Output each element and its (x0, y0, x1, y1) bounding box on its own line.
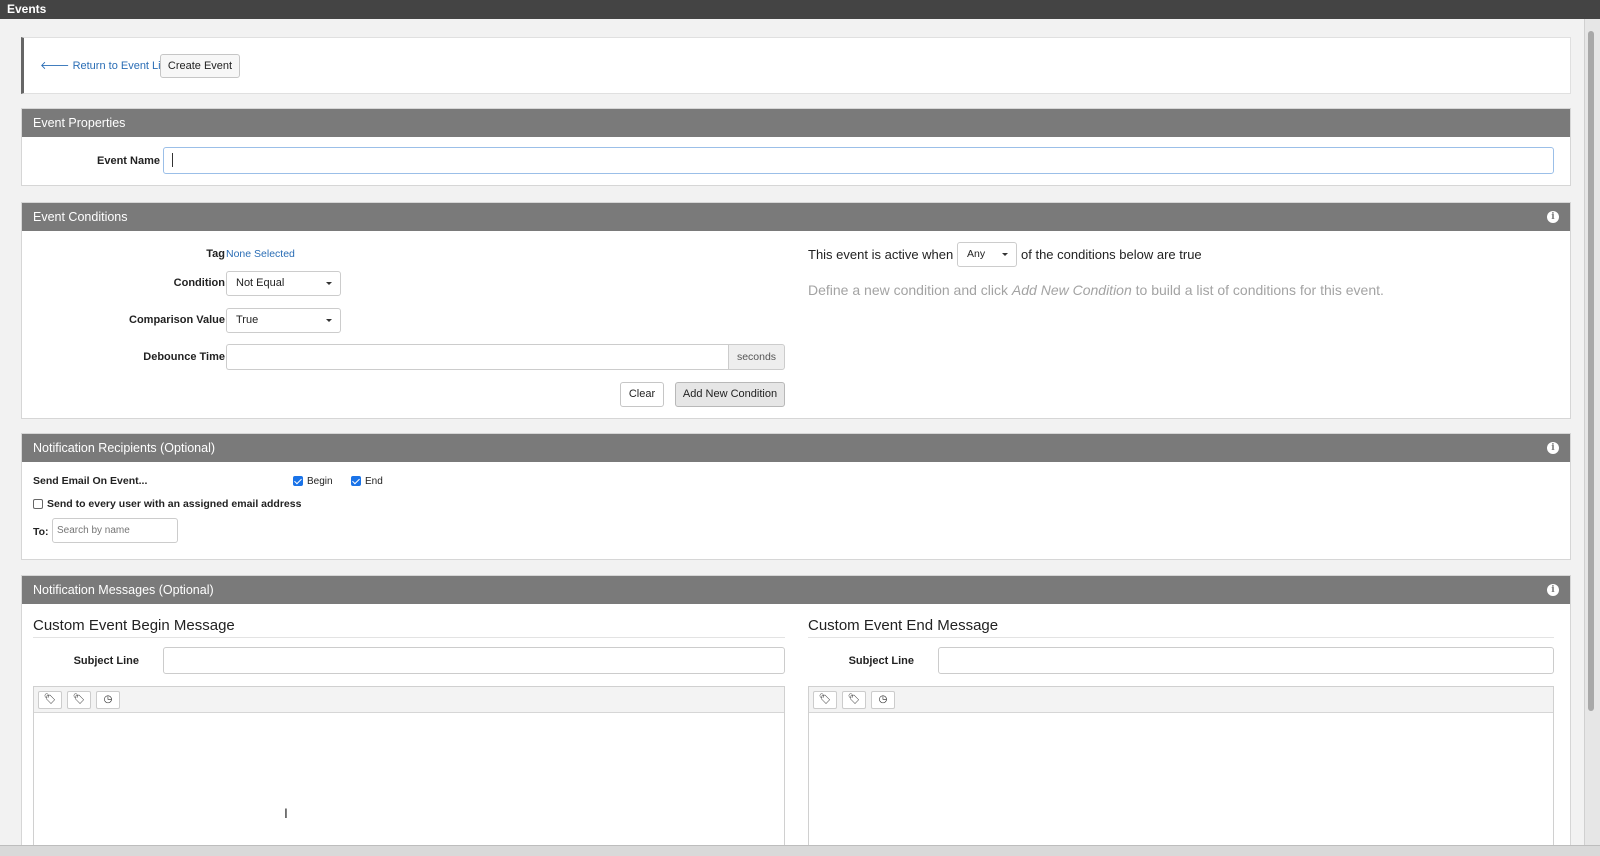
end-message-title: Custom Event End Message (808, 617, 999, 634)
caret-down-icon (326, 282, 332, 285)
begin-checkbox-label: Begin (307, 476, 333, 487)
clock-icon[interactable]: ◷ (96, 691, 120, 709)
tags-icon[interactable]: 🏷 (842, 691, 866, 709)
condition-select-value: Not Equal (236, 277, 285, 289)
caret-down-icon (326, 319, 332, 322)
tag-selector-link[interactable]: None Selected (226, 248, 295, 260)
debounce-time-label: Debounce Time (143, 351, 225, 363)
panel-title: Event Conditions (33, 210, 128, 224)
editor-toolbar: 🏷 🏷 ◷ (34, 687, 784, 713)
clock-icon[interactable]: ◷ (871, 691, 895, 709)
create-event-button[interactable]: Create Event (160, 54, 240, 78)
info-icon[interactable]: i (1547, 442, 1559, 454)
event-name-input[interactable] (163, 147, 1554, 174)
end-subject-label: Subject Line (848, 655, 914, 667)
end-subject-input[interactable] (938, 647, 1554, 674)
active-when-text: This event is active when (808, 247, 953, 262)
comparison-value-select[interactable]: True (226, 308, 341, 333)
begin-message-title: Custom Event Begin Message (33, 617, 235, 634)
debounce-unit-addon: seconds (728, 344, 785, 370)
comparison-value-label: Comparison Value (129, 314, 225, 326)
panel-title: Event Properties (33, 116, 126, 130)
return-to-event-list-link[interactable]: 🡐 Return to Event List (40, 58, 169, 72)
hint-prefix: Define a new condition and click (808, 282, 1009, 298)
panel-header: Event Properties (22, 109, 1570, 137)
event-properties-panel: Event Properties Event Name (21, 108, 1571, 186)
end-checkbox[interactable] (351, 476, 361, 486)
begin-subject-input[interactable] (163, 647, 785, 674)
every-user-label: Send to every user with an assigned emai… (47, 498, 302, 510)
vertical-scrollbar[interactable] (1584, 19, 1600, 845)
panel-header: Notification Messages (Optional) i (22, 576, 1570, 604)
event-name-label: Event Name (97, 155, 160, 167)
divider (808, 637, 1554, 638)
end-message-editor[interactable]: 🏷 🏷 ◷ (808, 686, 1554, 845)
notification-recipients-panel: Notification Recipients (Optional) i Sen… (21, 433, 1571, 560)
tags-icon[interactable]: 🏷 (67, 691, 91, 709)
begin-message-editor[interactable]: 🏷 🏷 ◷ I (33, 686, 785, 845)
send-email-label: Send Email On Event... (33, 475, 148, 487)
tag-icon[interactable]: 🏷 (38, 691, 62, 709)
conditions-hint: Define a new condition and click Add New… (808, 282, 1384, 298)
to-label: To: (33, 526, 49, 538)
text-cursor (172, 153, 173, 167)
debounce-time-input[interactable] (226, 344, 730, 370)
match-mode-value: Any (967, 248, 986, 260)
recipient-search-input[interactable] (52, 518, 178, 543)
panel-title: Notification Recipients (Optional) (33, 441, 216, 455)
hint-emphasis: Add New Condition (1011, 282, 1132, 298)
events-window: 🡐 Return to Event List Create Event Even… (0, 19, 1584, 845)
comparison-select-value: True (236, 314, 259, 326)
panel-title: Notification Messages (Optional) (33, 583, 214, 597)
info-icon[interactable]: i (1547, 584, 1559, 596)
arrow-left-icon: 🡐 (40, 60, 73, 72)
tag-label: Tag (206, 248, 225, 260)
add-new-condition-button[interactable]: Add New Condition (675, 382, 785, 407)
panel-header: Event Conditions i (22, 203, 1570, 231)
window-title: Events (0, 0, 1600, 19)
text-cursor-icon: I (284, 805, 288, 821)
background-window-strip (0, 845, 1600, 856)
begin-subject-label: Subject Line (73, 655, 139, 667)
hint-suffix: to build a list of conditions for this e… (1135, 282, 1384, 298)
notification-messages-panel: Notification Messages (Optional) i Custo… (21, 575, 1571, 845)
editor-toolbar: 🏷 🏷 ◷ (809, 687, 1553, 713)
active-suffix: of the conditions below are true (1021, 247, 1202, 262)
tag-icon[interactable]: 🏷 (813, 691, 837, 709)
begin-checkbox[interactable] (293, 476, 303, 486)
end-checkbox-label: End (365, 476, 383, 487)
condition-label: Condition (173, 277, 225, 289)
scrollbar-thumb[interactable] (1588, 31, 1594, 711)
panel-header: Notification Recipients (Optional) i (22, 434, 1570, 462)
clear-button[interactable]: Clear (620, 382, 664, 407)
divider (33, 637, 785, 638)
caret-down-icon (1002, 253, 1008, 256)
return-link-label: Return to Event List (72, 60, 170, 72)
every-user-checkbox[interactable] (33, 499, 43, 509)
event-conditions-panel: Event Conditions i Tag None Selected Con… (21, 202, 1571, 419)
condition-select[interactable]: Not Equal (226, 271, 341, 296)
toolbar: 🡐 Return to Event List Create Event (21, 37, 1571, 94)
match-mode-select[interactable]: Any (957, 242, 1017, 267)
active-prefix: This event is active when (808, 247, 954, 262)
info-icon[interactable]: i (1547, 211, 1559, 223)
